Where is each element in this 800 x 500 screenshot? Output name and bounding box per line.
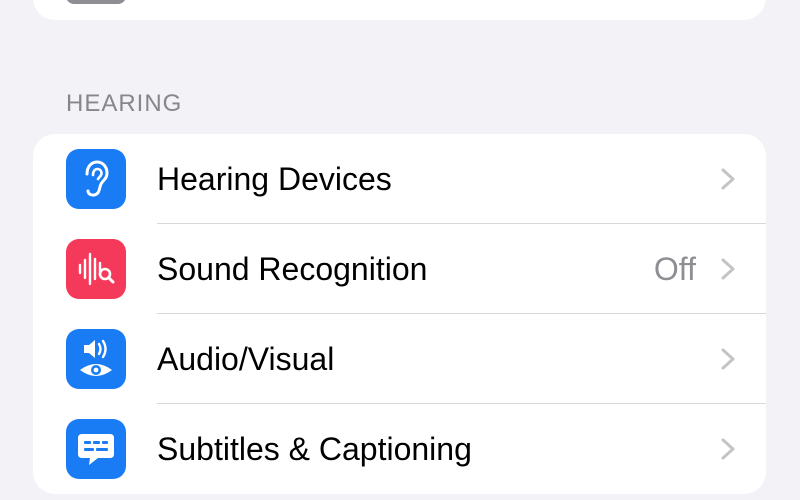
previous-settings-group	[33, 0, 766, 20]
chevron-right-icon	[721, 168, 735, 190]
subtitles-captioning-label: Subtitles & Captioning	[157, 431, 472, 467]
hearing-settings-group: Hearing Devices Sound Recognition Off Au…	[33, 134, 766, 494]
audio-visual-row[interactable]: Audio/Visual	[33, 314, 766, 404]
chevron-right-icon	[721, 348, 735, 370]
settings-icon	[66, 0, 126, 4]
audio-visual-icon	[66, 329, 126, 389]
captions-icon	[66, 419, 126, 479]
ear-icon	[66, 149, 126, 209]
chevron-right-icon	[721, 438, 735, 460]
sound-recognition-label: Sound Recognition	[157, 251, 428, 287]
hearing-devices-label: Hearing Devices	[157, 161, 392, 197]
chevron-right-icon	[721, 258, 735, 280]
sound-recognition-icon	[66, 239, 126, 299]
sound-recognition-row[interactable]: Sound Recognition Off	[33, 224, 766, 314]
audio-visual-label: Audio/Visual	[157, 341, 335, 377]
section-header-hearing: HEARING	[66, 90, 183, 117]
hearing-devices-row[interactable]: Hearing Devices	[33, 134, 766, 224]
sound-recognition-status: Off	[653, 251, 696, 287]
subtitles-captioning-row[interactable]: Subtitles & Captioning	[33, 404, 766, 494]
